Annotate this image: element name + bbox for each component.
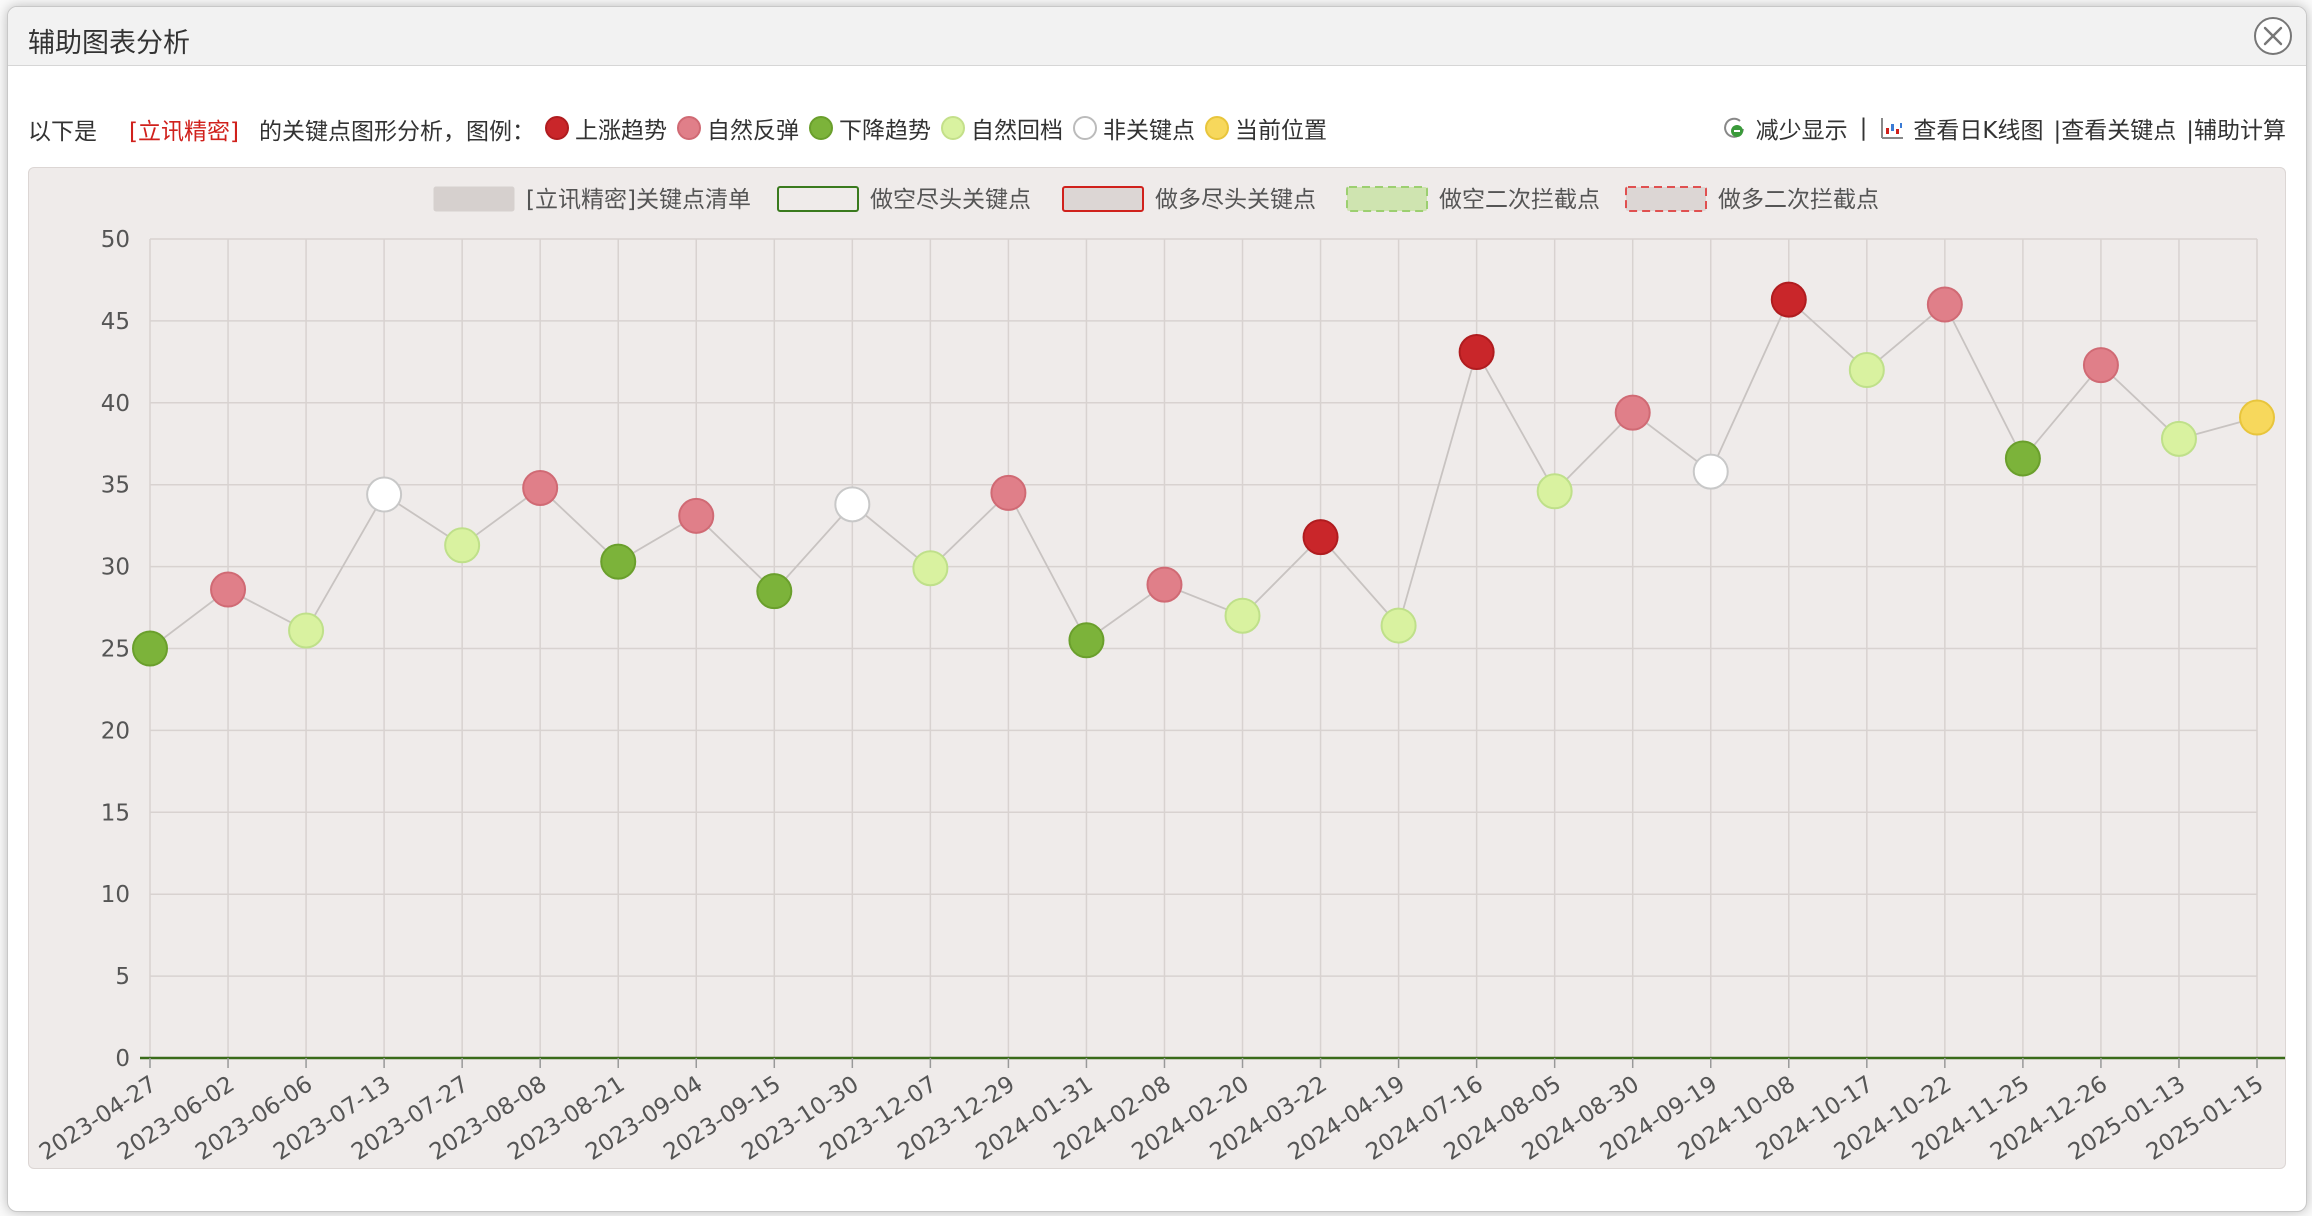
data-point [1458,334,1495,371]
legend-label: 非关键点 [1102,118,1195,144]
data-point [1614,394,1651,431]
info-left: 以下是 [立讯精密] 的关键点图形分析，图例： 上涨趋势 自然反弹 下降趋势 自然回档… [28,111,1327,146]
y-tick-label: 10 [101,882,130,908]
line-chart: [立讯精密]关键点清单 做空尽头关键点 做多尽头关键点 做空二次拦截点 做多二次拦截点 0… [35,186,2297,1166]
data-point [834,486,871,523]
data-point [2239,399,2275,436]
chart-legend-label: 做多尽头关键点 [1155,187,1316,213]
legend-dot-icon [544,116,569,140]
data-point [1692,453,1729,490]
chart-dialog: 辅助图表分析 以下是 [立讯精密] 的关键点图形分析，图例： 上涨趋势 自然反弹 下… [7,6,2307,1212]
legend-label: 自然反弹 [706,118,799,144]
data-point [1926,286,1963,323]
chart-legend-swatch [1062,186,1144,212]
data-point [522,469,559,506]
calc-link[interactable]: |辅助计算 [2186,111,2286,145]
y-tick-label: 40 [101,391,130,417]
y-tick-label: 0 [115,1046,130,1072]
data-point [288,612,325,649]
data-point [678,497,715,534]
y-tick-label: 25 [101,637,130,663]
close-button[interactable] [2254,17,2292,55]
data-point [1536,473,1573,510]
data-point [2082,347,2119,384]
legend-item: 非关键点 [1072,111,1195,145]
legend-dot-icon [808,116,833,140]
y-tick-label: 20 [101,718,130,744]
series-line [149,298,2258,650]
data-point [2004,440,2041,477]
legend-item: 当前位置 [1204,111,1327,145]
kline-chart-icon [1879,115,1905,141]
separator: | [1859,115,1868,141]
data-point [1770,281,1807,318]
chart-legend-swatch [1346,186,1428,212]
data-point [600,543,637,580]
data-point [444,527,481,564]
y-tick-label: 30 [101,555,130,581]
data-point [1380,607,1417,644]
chart-legend-swatch [777,186,859,212]
legend-label: 下降趋势 [838,118,931,144]
info-bar: 以下是 [立讯精密] 的关键点图形分析，图例： 上涨趋势 自然反弹 下降趋势 自然回档… [28,111,2286,151]
chart-legend-label: 做空尽头关键点 [870,187,1031,213]
reduce-icon [1722,115,1748,141]
data-point [1302,519,1339,556]
data-point [990,474,1027,511]
data-point [756,573,793,610]
data-point [1146,566,1183,603]
close-icon [2263,26,2283,46]
info-prefix: 以下是 [28,118,97,145]
legend-label: 自然回档 [970,118,1063,144]
data-point [210,571,247,608]
chart-container: [立讯精密]关键点清单 做空尽头关键点 做多尽头关键点 做空二次拦截点 做多二次拦截点 0… [28,167,2297,1169]
data-point [912,550,949,587]
y-tick-label: 5 [115,964,130,990]
chart-legend-swatch [1625,186,1707,212]
legend-label: 上涨趋势 [574,118,667,144]
data-point [1848,352,1885,389]
y-tick-label: 45 [101,309,130,335]
legend-list: 上涨趋势 自然反弹 下降趋势 自然回档 非关键点 当前位置 [535,111,1327,146]
dialog-titlebar: 辅助图表分析 [8,7,2306,66]
chart-legend-label: 做空二次拦截点 [1439,187,1600,213]
data-point [1068,622,1105,659]
legend-dot-icon [676,116,701,140]
data-point [132,630,168,667]
kline-link[interactable]: 查看日K线图 [1913,111,2043,145]
legend-item: 自然回档 [940,111,1063,145]
legend-dot-icon [1072,116,1097,140]
y-tick-label: 35 [101,473,130,499]
legend-label: 当前位置 [1234,118,1327,144]
chart-legend-swatch [433,186,515,212]
y-tick-label: 15 [101,800,130,826]
dialog-title: 辅助图表分析 [28,28,190,59]
stock-name: [立讯精密] [129,118,239,145]
info-right: 减少显示 | 查看日K线图 |查看关键点 |辅助计算 [1722,111,2286,145]
legend-item: 上涨趋势 [544,111,667,145]
data-point [1224,597,1261,634]
reduce-display-link[interactable]: 减少显示 [1756,111,1848,145]
keypoints-link[interactable]: |查看关键点 [2054,111,2177,145]
data-point [366,476,403,513]
info-suffix: 的关键点图形分析，图例： [258,118,535,145]
legend-dot-icon [940,116,965,140]
y-tick-label: 50 [101,227,130,253]
chart-legend-label: [立讯精密]关键点清单 [526,187,751,213]
chart-legend-label: 做多二次拦截点 [1718,187,1879,213]
legend-item: 自然反弹 [676,111,799,145]
data-point [2160,420,2197,457]
legend-dot-icon [1204,116,1229,140]
legend-item: 下降趋势 [808,111,931,145]
